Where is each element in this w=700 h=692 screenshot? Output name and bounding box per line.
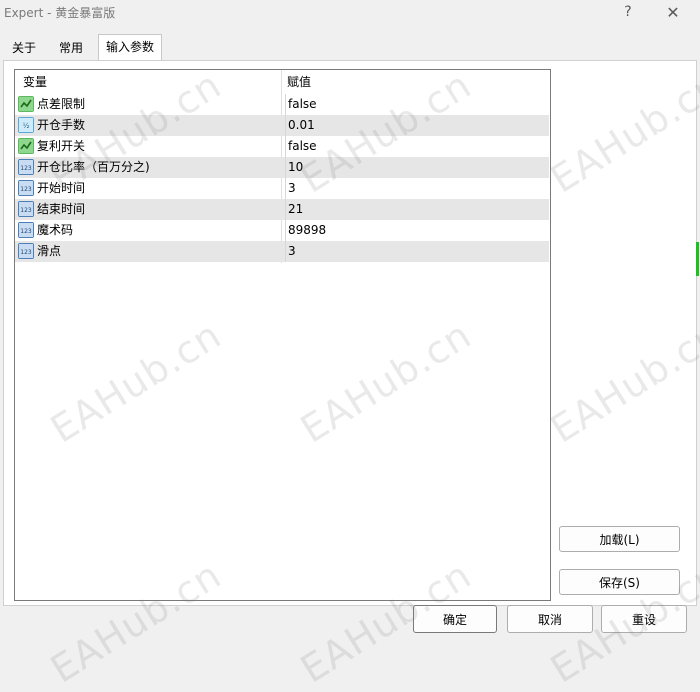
reset-button[interactable]: 重设 — [601, 605, 687, 633]
param-value[interactable]: 89898 — [285, 220, 326, 241]
param-name: 开始时间 — [37, 181, 86, 195]
param-value-text: false — [288, 139, 317, 153]
param-value-text: 10 — [288, 160, 304, 174]
param-name: 点差限制 — [37, 97, 86, 111]
tab-about-label: 关于 — [11, 41, 36, 55]
table-row[interactable]: 123 开始时间 3 — [15, 178, 549, 199]
help-icon: ? — [624, 4, 632, 20]
tab-common-label: 常用 — [58, 41, 83, 55]
double-icon: ½ — [18, 117, 34, 133]
svg-text:123: 123 — [20, 249, 32, 256]
param-name: 魔术码 — [37, 223, 74, 237]
param-value-text: 89898 — [288, 223, 327, 237]
param-name: 结束时间 — [37, 202, 86, 216]
param-value[interactable]: 21 — [285, 199, 303, 220]
column-header-value[interactable]: 赋值 — [287, 70, 311, 94]
tab-strip: 关于 常用 输入参数 — [0, 34, 700, 60]
close-icon: ✕ — [666, 2, 680, 22]
bool-icon — [18, 96, 34, 112]
table-row[interactable]: 复利开关 false — [15, 136, 549, 157]
int-icon: 123 — [18, 180, 34, 196]
column-header-name[interactable]: 变量 — [23, 70, 47, 94]
table-row[interactable]: 123 滑点 3 — [15, 241, 549, 262]
save-button[interactable]: 保存(S) — [559, 569, 680, 595]
tab-about[interactable]: 关于 — [4, 36, 44, 60]
param-value[interactable]: 0.01 — [285, 115, 315, 136]
svg-text:123: 123 — [20, 165, 32, 172]
param-value-text: 3 — [288, 244, 296, 258]
window-title: Expert - 黄金暴富版 — [4, 6, 116, 20]
param-value[interactable]: false — [285, 136, 317, 157]
scroll-indicator — [696, 242, 699, 276]
param-name: 开仓比率（百万分之) — [37, 160, 150, 174]
param-name: 滑点 — [37, 244, 62, 258]
svg-text:123: 123 — [20, 207, 32, 214]
table-row[interactable]: ½ 开仓手数 0.01 — [15, 115, 549, 136]
param-value[interactable]: 10 — [285, 157, 303, 178]
int-icon: 123 — [18, 243, 34, 259]
int-icon: 123 — [18, 222, 34, 238]
help-button[interactable]: ? — [606, 0, 650, 24]
param-value[interactable]: 3 — [285, 178, 296, 199]
svg-text:123: 123 — [20, 186, 32, 193]
param-value-text: 3 — [288, 181, 296, 195]
tab-inputs-label: 输入参数 — [105, 40, 154, 54]
param-value[interactable]: 3 — [285, 241, 296, 262]
param-value-text: 21 — [288, 202, 304, 216]
parameters-grid[interactable]: 变量 赋值 点差限制 false ½ 开仓手数 0.01 复利开关 false … — [14, 69, 551, 601]
load-button[interactable]: 加载(L) — [559, 526, 680, 552]
param-value-text: 0.01 — [288, 118, 315, 132]
title-bar: Expert - 黄金暴富版 ? ✕ — [0, 0, 700, 24]
tab-inputs[interactable]: 输入参数 — [98, 34, 162, 60]
bool-icon — [18, 138, 34, 154]
svg-text:½: ½ — [23, 122, 30, 130]
table-row[interactable]: 123 开仓比率（百万分之) 10 — [15, 157, 549, 178]
table-row[interactable]: 123 魔术码 89898 — [15, 220, 549, 241]
int-icon: 123 — [18, 201, 34, 217]
table-row[interactable]: 123 结束时间 21 — [15, 199, 549, 220]
tab-common[interactable]: 常用 — [50, 36, 92, 60]
param-value-text: false — [288, 97, 317, 111]
ok-button[interactable]: 确定 — [413, 605, 497, 633]
grid-header: 变量 赋值 — [15, 70, 550, 94]
param-name: 开仓手数 — [37, 118, 86, 132]
param-value[interactable]: false — [285, 94, 317, 115]
param-name: 复利开关 — [37, 139, 86, 153]
table-row[interactable]: 点差限制 false — [15, 94, 549, 115]
int-icon: 123 — [18, 159, 34, 175]
cancel-button[interactable]: 取消 — [507, 605, 593, 633]
close-button[interactable]: ✕ — [651, 0, 695, 24]
svg-text:123: 123 — [20, 228, 32, 235]
